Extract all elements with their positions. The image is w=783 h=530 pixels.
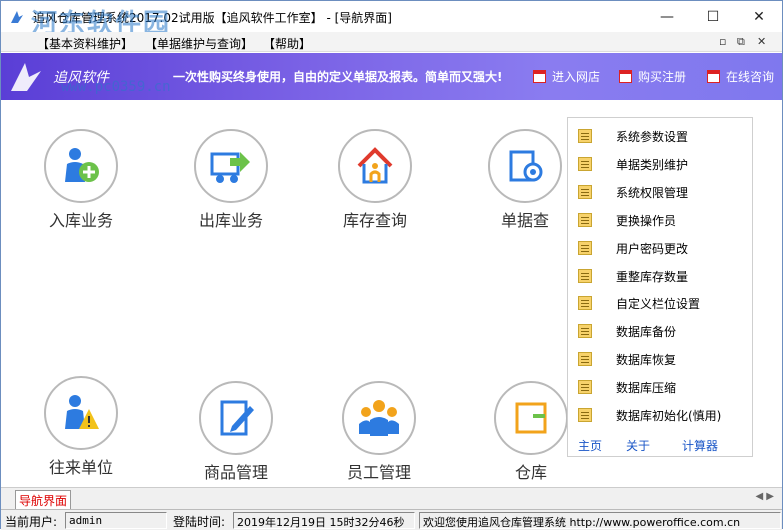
link-consult-label: 在线咨询 xyxy=(726,70,775,84)
tile-partner[interactable]: 往来单位 xyxy=(21,376,141,478)
tile-inventory-query-label: 库存查询 xyxy=(342,211,407,230)
tab-scroll-arrows-icon[interactable]: ◀ ▶ xyxy=(755,491,774,502)
side-item-system-params[interactable]: 系统参数设置 xyxy=(568,124,752,148)
side-item-label: 单据类别维护 xyxy=(616,157,689,172)
notepad-icon xyxy=(578,213,592,227)
status-welcome: 欢迎您使用追风仓库管理系统 http://www.poweroffice.com… xyxy=(419,512,781,529)
side-item-doc-types[interactable]: 单据类别维护 xyxy=(568,152,752,176)
status-login-value: 2019年12月19日 15时32分46秒 xyxy=(233,512,415,529)
tile-stock-out[interactable]: 出库业务 xyxy=(171,129,291,231)
notepad-icon xyxy=(578,296,592,310)
side-item-label: 用户密码更改 xyxy=(616,241,689,256)
tile-employee-management[interactable]: 员工管理 xyxy=(319,381,439,483)
tile-stock-in-label: 入库业务 xyxy=(48,211,113,230)
side-item-label: 数据库恢复 xyxy=(616,352,677,367)
link-online-store[interactable]: 进入网店 xyxy=(533,68,600,85)
mdi-restore-icon[interactable]: ⧉ xyxy=(737,35,745,49)
tile-product-management[interactable]: 商品管理 xyxy=(176,381,296,483)
link-online-store-label: 进入网店 xyxy=(552,70,601,84)
notepad-icon xyxy=(578,269,592,283)
tab-navigation[interactable]: 导航界面 xyxy=(15,490,72,511)
side-item-label: 系统权限管理 xyxy=(616,185,689,200)
tile-stock-in[interactable]: 入库业务 xyxy=(21,129,141,231)
tile-employee-management-label: 员工管理 xyxy=(346,463,411,482)
partner-icon xyxy=(44,376,118,450)
side-item-change-password[interactable]: 用户密码更改 xyxy=(568,236,752,260)
status-user-value: admin xyxy=(65,512,167,529)
side-item-db-restore[interactable]: 数据库恢复 xyxy=(568,347,752,371)
calendar-icon xyxy=(533,70,546,83)
side-item-custom-columns[interactable]: 自定义栏位设置 xyxy=(568,291,752,315)
app-window: 追风仓库管理系统2017.02试用版【追风软件工作室】 - [导航界面] — ☐… xyxy=(0,0,783,530)
notepad-icon xyxy=(578,185,592,199)
side-item-label: 系统参数设置 xyxy=(616,129,689,144)
side-item-label: 数据库备份 xyxy=(616,324,677,339)
tile-stock-out-label: 出库业务 xyxy=(198,211,263,230)
calendar-icon xyxy=(619,70,632,83)
link-purchase[interactable]: 购买注册 xyxy=(619,68,686,85)
side-item-rebuild-stock[interactable]: 重整库存数量 xyxy=(568,264,752,288)
tile-inventory-query[interactable]: 库存查询 xyxy=(315,129,435,231)
stock-in-icon xyxy=(44,129,118,203)
tile-product-management-label: 商品管理 xyxy=(203,463,268,482)
employee-management-icon xyxy=(342,381,416,455)
side-item-label: 更换操作员 xyxy=(616,213,677,228)
system-menu-panel: 系统参数设置 单据类别维护 系统权限管理 更换操作员 用户密码更改 重整库存数量… xyxy=(567,117,753,457)
link-calculator[interactable]: 计算器 xyxy=(682,437,718,454)
link-about[interactable]: 关于 xyxy=(626,437,650,454)
status-bar: 当前用户: admin 登陆时间: 2019年12月19日 15时32分46秒 … xyxy=(1,509,782,530)
side-item-db-compress[interactable]: 数据库压缩 xyxy=(568,375,752,399)
tab-bar: 导航界面 ◀ ▶ xyxy=(1,487,782,511)
link-purchase-label: 购买注册 xyxy=(638,70,687,84)
calendar-icon xyxy=(707,70,720,83)
menu-bar: 【基本资料维护】 【单据维护与查询】 【帮助】 ▫ ⧉ ✕ xyxy=(1,32,782,52)
notepad-icon xyxy=(578,380,592,394)
notepad-icon xyxy=(578,129,592,143)
notepad-icon xyxy=(578,352,592,366)
status-user-label: 当前用户: xyxy=(5,515,58,529)
notepad-icon xyxy=(578,324,592,338)
side-item-db-init[interactable]: 数据库初始化(慎用) xyxy=(568,403,752,427)
side-item-label: 重整库存数量 xyxy=(616,269,689,284)
side-item-label: 自定义栏位设置 xyxy=(616,296,701,311)
tile-partner-label: 往来单位 xyxy=(48,458,113,477)
status-login-label: 登陆时间: xyxy=(173,515,226,529)
warehouse-icon xyxy=(494,381,568,455)
stock-out-icon xyxy=(194,129,268,203)
link-consult[interactable]: 在线咨询 xyxy=(707,68,774,85)
mdi-minimize-icon[interactable]: ▫ xyxy=(719,35,726,48)
notepad-icon xyxy=(578,241,592,255)
side-item-db-backup[interactable]: 数据库备份 xyxy=(568,319,752,343)
close-button[interactable]: ✕ xyxy=(736,1,782,32)
tile-warehouse-label: 仓库 xyxy=(514,463,547,482)
brand-logo-icon xyxy=(11,63,41,91)
mdi-close-icon[interactable]: ✕ xyxy=(757,35,766,48)
menu-basic-data[interactable]: 【基本资料维护】 xyxy=(37,35,133,52)
app-icon xyxy=(11,11,23,23)
link-home[interactable]: 主页 xyxy=(578,437,602,454)
notepad-icon xyxy=(578,157,592,171)
side-item-label: 数据库压缩 xyxy=(616,380,677,395)
side-item-permissions[interactable]: 系统权限管理 xyxy=(568,180,752,204)
minimize-button[interactable]: — xyxy=(644,1,690,32)
product-management-icon xyxy=(199,381,273,455)
document-query-icon xyxy=(488,129,562,203)
side-item-label: 数据库初始化(慎用) xyxy=(616,408,722,423)
notepad-icon xyxy=(578,408,592,422)
side-item-switch-operator[interactable]: 更换操作员 xyxy=(568,208,752,232)
watermark-url: www.pc0359.cn xyxy=(61,79,171,95)
menu-help[interactable]: 【帮助】 xyxy=(263,35,311,52)
banner-slogan: 一次性购买终身使用，自由的定义单据及报表。简单而又强大! xyxy=(173,70,503,84)
maximize-button[interactable]: ☐ xyxy=(690,1,736,32)
menu-documents[interactable]: 【单据维护与查询】 xyxy=(145,35,253,52)
inventory-query-icon xyxy=(338,129,412,203)
